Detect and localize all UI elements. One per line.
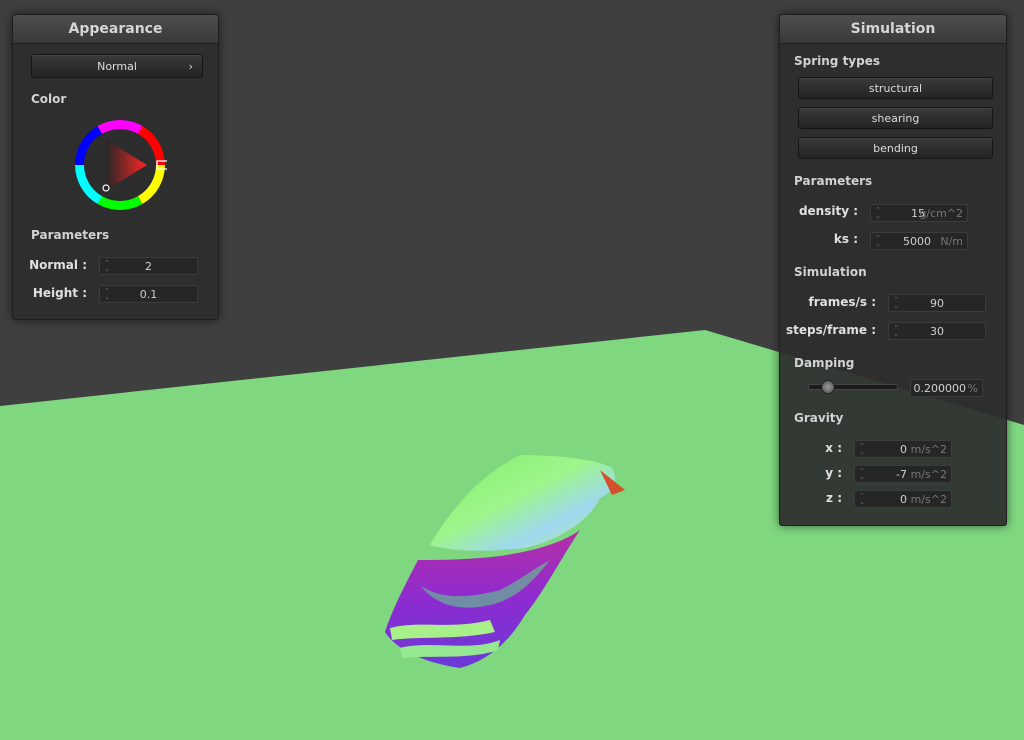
steps-input[interactable]: ⌃ ⌄ 30 <box>888 322 986 340</box>
stepper-icon[interactable]: ⌃ ⌄ <box>875 207 881 220</box>
appearance-panel-title: Appearance <box>13 15 218 44</box>
shader-select-value: Normal <box>97 60 137 73</box>
simulation-panel-title: Simulation <box>780 15 1006 44</box>
stepper-icon[interactable]: ⌃ ⌄ <box>875 235 881 248</box>
appearance-parameters-label: Parameters <box>31 228 110 242</box>
damping-label: Damping <box>794 356 855 370</box>
gravity-z-label: z : <box>826 491 842 505</box>
gravity-y-label: y : <box>825 466 842 480</box>
spring-types-label: Spring types <box>794 54 881 68</box>
stepper-icon[interactable]: ⌃ ⌄ <box>859 468 865 481</box>
sim-parameters-label: Parameters <box>794 174 873 188</box>
height-label: Height : <box>32 286 87 300</box>
normal-input[interactable]: ⌃ ⌄ 2 <box>99 257 198 275</box>
stepper-icon[interactable]: ⌃ ⌄ <box>859 493 865 506</box>
shearing-button[interactable]: shearing <box>798 107 993 129</box>
density-label: density : <box>798 204 858 218</box>
frames-label: frames/s : <box>808 295 876 309</box>
appearance-panel: Appearance Normal › Color Parameters Nor… <box>12 14 219 320</box>
gravity-x-label: x : <box>825 441 842 455</box>
normal-label: Normal : <box>29 258 87 272</box>
gravity-label: Gravity <box>794 411 844 425</box>
ks-label: ks : <box>833 232 858 246</box>
gravity-y-input[interactable]: ⌃ ⌄ -7 m/s^2 <box>854 465 952 483</box>
steps-label: steps/frame : <box>786 323 876 337</box>
chevron-right-icon: › <box>188 60 193 73</box>
damping-slider-thumb[interactable] <box>820 380 835 394</box>
structural-button[interactable]: structural <box>798 77 993 99</box>
gravity-z-input[interactable]: ⌃ ⌄ 0 m/s^2 <box>854 490 952 508</box>
bending-button[interactable]: bending <box>798 137 993 159</box>
gravity-x-input[interactable]: ⌃ ⌄ 0 m/s^2 <box>854 440 952 458</box>
height-input[interactable]: ⌃ ⌄ 0.1 <box>99 285 198 303</box>
frames-input[interactable]: ⌃ ⌄ 90 <box>888 294 986 312</box>
shader-select[interactable]: Normal › <box>31 54 203 78</box>
color-wheel[interactable] <box>73 118 167 212</box>
simulation-panel: Simulation Spring types structural shear… <box>779 14 1007 526</box>
stepper-icon[interactable]: ⌃ ⌄ <box>859 443 865 456</box>
damping-input[interactable]: 0.200000 % <box>910 379 983 397</box>
simulation-section-label: Simulation <box>794 265 867 279</box>
ks-input[interactable]: ⌃ ⌄ 5000 N/m <box>870 232 968 250</box>
damping-slider[interactable] <box>808 380 898 394</box>
color-label: Color <box>31 92 67 106</box>
density-input[interactable]: ⌃ ⌄ 15 g/cm^2 <box>870 204 968 222</box>
